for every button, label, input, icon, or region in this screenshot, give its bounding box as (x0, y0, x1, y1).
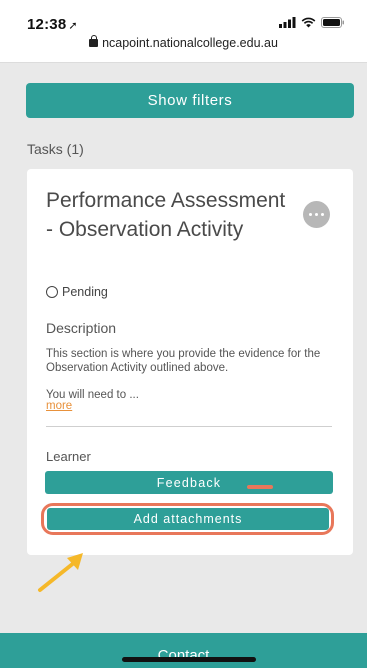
lock-icon (89, 35, 99, 47)
show-filters-button[interactable]: Show filters (26, 83, 354, 118)
add-attachments-button[interactable]: Add attachments (47, 508, 329, 530)
more-dot-icon (320, 212, 325, 217)
divider (46, 426, 332, 427)
more-options-button[interactable] (303, 201, 330, 228)
more-dot-icon (308, 212, 313, 217)
home-indicator[interactable] (122, 657, 256, 662)
status-bar: 12:38 ➚ ncapoint.nationalcollege.edu.au (0, 0, 367, 63)
contact-bar[interactable]: Contact (0, 633, 367, 668)
battery-icon (321, 17, 344, 28)
task-card: Performance Assessment - Observation Act… (27, 169, 353, 555)
task-status: Pending (46, 285, 108, 299)
location-arrow-icon: ➚ (68, 20, 78, 32)
more-dot-icon (314, 212, 319, 217)
description-heading: Description (46, 320, 117, 336)
signal-icon (279, 17, 296, 28)
feedback-annotation-mark (247, 485, 273, 489)
address-bar[interactable]: ncapoint.nationalcollege.edu.au (0, 35, 367, 50)
clock: 12:38 ➚ (27, 16, 78, 33)
description-text: This section is where you provide the ev… (46, 348, 321, 374)
address-url: ncapoint.nationalcollege.edu.au (102, 36, 278, 50)
feedback-button[interactable]: Feedback (45, 471, 333, 494)
clock-time: 12:38 (27, 16, 67, 33)
status-label: Pending (62, 285, 108, 299)
pointer-arrow-icon (38, 553, 83, 592)
description-continued-text: You will need to ... (46, 389, 139, 401)
learner-label: Learner (46, 449, 91, 464)
system-icons (279, 17, 345, 28)
pending-circle-icon (46, 286, 58, 298)
more-link[interactable]: more (46, 400, 72, 412)
tasks-count-label: Tasks (1) (27, 141, 84, 157)
task-title: Performance Assessment - Observation Act… (46, 189, 286, 241)
wifi-icon (301, 17, 316, 28)
